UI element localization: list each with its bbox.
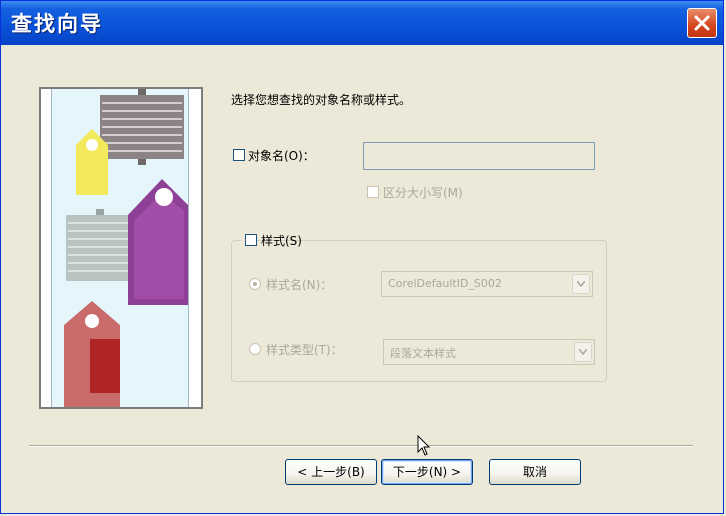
illustration-panel xyxy=(51,89,189,407)
style-type-dropdown[interactable]: 段落文本样式 xyxy=(383,339,595,365)
style-type-dropdown-arrow[interactable] xyxy=(574,342,592,362)
object-name-label[interactable]: 对象名(O)： xyxy=(248,147,315,164)
wizard-illustration xyxy=(39,87,203,409)
style-name-dropdown[interactable]: CorelDefaultID_S002 xyxy=(381,271,593,297)
style-name-dropdown-arrow[interactable] xyxy=(572,274,590,294)
style-type-radio[interactable] xyxy=(249,343,261,355)
tags-graphic xyxy=(64,89,188,407)
style-group-header: 样式(S) xyxy=(241,231,302,249)
back-button[interactable]: < 上一步(B) xyxy=(285,459,377,485)
match-case-checkbox[interactable] xyxy=(367,186,379,198)
style-name-radio[interactable] xyxy=(249,278,261,290)
next-button[interactable]: 下一步(N) > xyxy=(381,459,473,485)
find-wizard-window: 查找向导 选择您想查找的对象名称或样式。 对象名(O)： 区分大小写(M) 样式… xyxy=(0,0,724,514)
dialog-body: 选择您想查找的对象名称或样式。 对象名(O)： 区分大小写(M) 样式(S) 样… xyxy=(5,45,719,509)
title-bar[interactable]: 查找向导 xyxy=(1,1,723,45)
style-name-value: CorelDefaultID_S002 xyxy=(388,277,502,290)
chevron-down-icon xyxy=(579,349,587,355)
window-title: 查找向导 xyxy=(11,12,103,36)
object-name-input xyxy=(363,142,595,170)
close-button[interactable] xyxy=(687,8,717,38)
mouse-cursor-icon xyxy=(417,435,431,456)
style-type-label: 样式类型(T)： xyxy=(266,343,343,357)
cancel-button[interactable]: 取消 xyxy=(489,459,581,485)
style-label[interactable]: 样式(S) xyxy=(261,232,302,249)
style-type-value: 段落文本样式 xyxy=(390,347,456,360)
footer-divider xyxy=(29,445,693,447)
style-name-label: 样式名(N)： xyxy=(266,278,333,292)
object-name-checkbox[interactable] xyxy=(233,149,245,161)
close-icon xyxy=(694,15,710,31)
match-case-label: 区分大小写(M) xyxy=(383,186,463,200)
instruction-text: 选择您想查找的对象名称或样式。 xyxy=(231,93,412,107)
chevron-down-icon xyxy=(577,281,585,287)
style-checkbox[interactable] xyxy=(245,234,257,246)
